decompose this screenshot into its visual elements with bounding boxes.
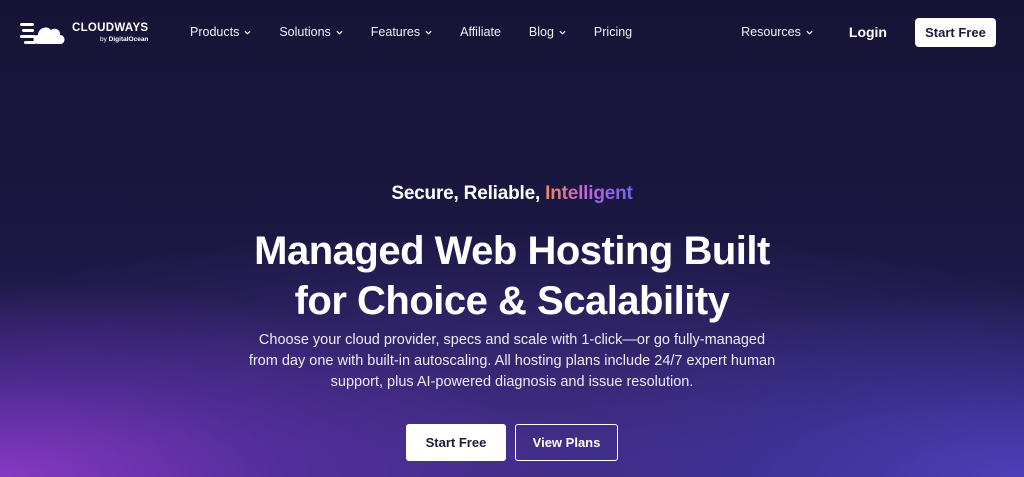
nav-item-label: Pricing [593, 25, 633, 39]
brand-by-company: DigitalOcean [108, 35, 149, 43]
brand-logo[interactable]: CLOUDWAYS by DigitalOcean [20, 18, 148, 48]
nav-item-features[interactable]: Features [371, 25, 432, 39]
page-title: Managed Web Hosting Built for Choice & S… [0, 226, 1024, 326]
nav-item-resources[interactable]: Resources [741, 25, 813, 39]
chevron-down-icon [559, 30, 566, 35]
login-link[interactable]: Login [849, 24, 887, 40]
hero-tagline: Secure, Reliable, Intelligent [0, 183, 1024, 205]
hero-cta-group: Start Free View Plans [0, 424, 1024, 461]
start-free-nav-button[interactable]: Start Free [915, 17, 996, 47]
nav-item-label: Products [190, 25, 240, 39]
top-navigation: CLOUDWAYS by DigitalOcean Products Solut… [0, 0, 1024, 64]
chevron-down-icon [336, 30, 343, 35]
main-menu: Products Solutions Features Affiliate Bl… [190, 0, 660, 64]
brand-name: CLOUDWAYS [72, 22, 149, 34]
description-line-2: from day one with built-in autoscaling. … [248, 353, 776, 369]
chevron-down-icon [806, 30, 813, 35]
nav-item-label: Solutions [279, 25, 331, 39]
view-plans-button[interactable]: View Plans [515, 424, 618, 461]
hero-description: Choose your cloud provider, specs and sc… [0, 330, 1024, 393]
nav-item-label: Resources [741, 25, 801, 39]
description-line-1: Choose your cloud provider, specs and sc… [258, 332, 766, 348]
cloud-logo-icon [20, 23, 65, 44]
nav-item-pricing[interactable]: Pricing [594, 25, 632, 39]
description-line-3: support, plus AI-powered diagnosis and i… [330, 374, 694, 390]
nav-item-label: Blog [528, 25, 554, 39]
chevron-down-icon [425, 30, 432, 35]
brand-by-prefix: by [99, 35, 107, 43]
headline-line-1: Managed Web Hosting Built [254, 229, 770, 273]
tagline-accent-word: Intelligent [545, 183, 633, 204]
nav-item-label: Features [370, 25, 421, 39]
nav-item-affiliate[interactable]: Affiliate [460, 25, 501, 39]
nav-item-solutions[interactable]: Solutions [279, 25, 343, 39]
nav-item-products[interactable]: Products [190, 25, 251, 39]
chevron-down-icon [244, 30, 251, 35]
start-free-button[interactable]: Start Free [406, 424, 506, 461]
nav-item-blog[interactable]: Blog [529, 25, 566, 39]
nav-right-actions: Resources Login Start Free [741, 0, 996, 64]
headline-line-2: for Choice & Scalability [294, 279, 730, 323]
tagline-text: Secure, Reliable, [391, 183, 541, 204]
brand-byline: by DigitalOcean [99, 35, 149, 44]
nav-item-label: Affiliate [460, 25, 501, 39]
